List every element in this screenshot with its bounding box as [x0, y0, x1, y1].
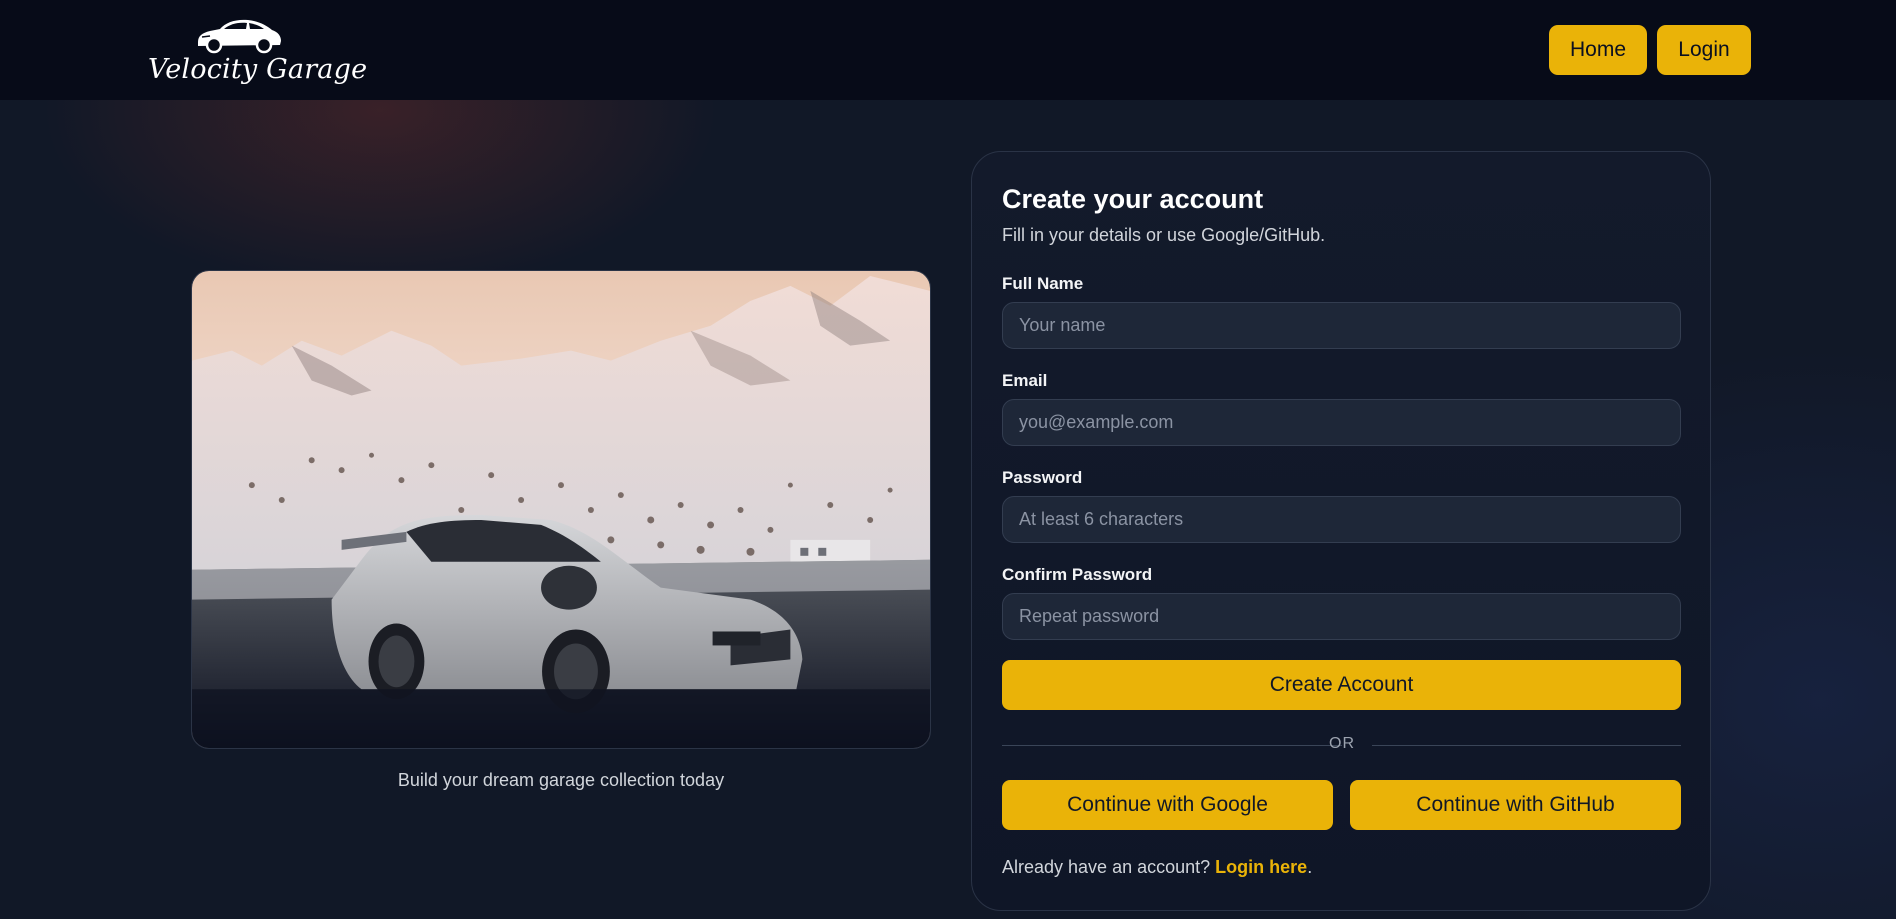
form-title: Create your account: [1002, 184, 1264, 214]
form-subtitle: Fill in your details or use Google/GitHu…: [1002, 225, 1326, 245]
or-divider: OR: [1329, 735, 1355, 752]
email-label: Email: [1002, 371, 1048, 390]
nav-login-button[interactable]: Login: [1657, 25, 1751, 75]
login-prompt-text: Already have an account?: [1002, 857, 1211, 877]
password-label: Password: [1002, 468, 1083, 487]
login-prompt: Already have an account? Login here.: [1002, 857, 1312, 878]
google-signin-button[interactable]: Continue with Google: [1002, 780, 1333, 830]
brand-name: Velocity Garage: [148, 54, 368, 85]
password-input[interactable]: [1002, 496, 1681, 543]
github-signin-button[interactable]: Continue with GitHub: [1350, 780, 1681, 830]
login-prompt-suffix: .: [1307, 857, 1313, 877]
confirm-password-input[interactable]: [1002, 593, 1681, 640]
car-in-snow-photo: [192, 271, 930, 748]
navbar: Velocity Garage Home Login: [0, 0, 1896, 100]
divider-line-left: [1002, 745, 1342, 746]
hero-image: [191, 270, 931, 749]
login-here-link[interactable]: Login here: [1215, 857, 1307, 877]
divider-line-right: [1372, 745, 1681, 746]
signup-card: Create your account Fill in your details…: [971, 151, 1711, 911]
email-input[interactable]: [1002, 399, 1681, 446]
car-logo-icon: [198, 19, 281, 54]
nav-home-button[interactable]: Home: [1549, 25, 1647, 75]
brand-logo[interactable]: Velocity Garage: [148, 12, 368, 88]
confirm-password-label: Confirm Password: [1002, 565, 1153, 584]
hero-caption: Build your dream garage collection today: [397, 770, 725, 790]
full-name-input[interactable]: [1002, 302, 1681, 349]
create-account-button[interactable]: Create Account: [1002, 660, 1681, 710]
full-name-label: Full Name: [1002, 274, 1084, 293]
